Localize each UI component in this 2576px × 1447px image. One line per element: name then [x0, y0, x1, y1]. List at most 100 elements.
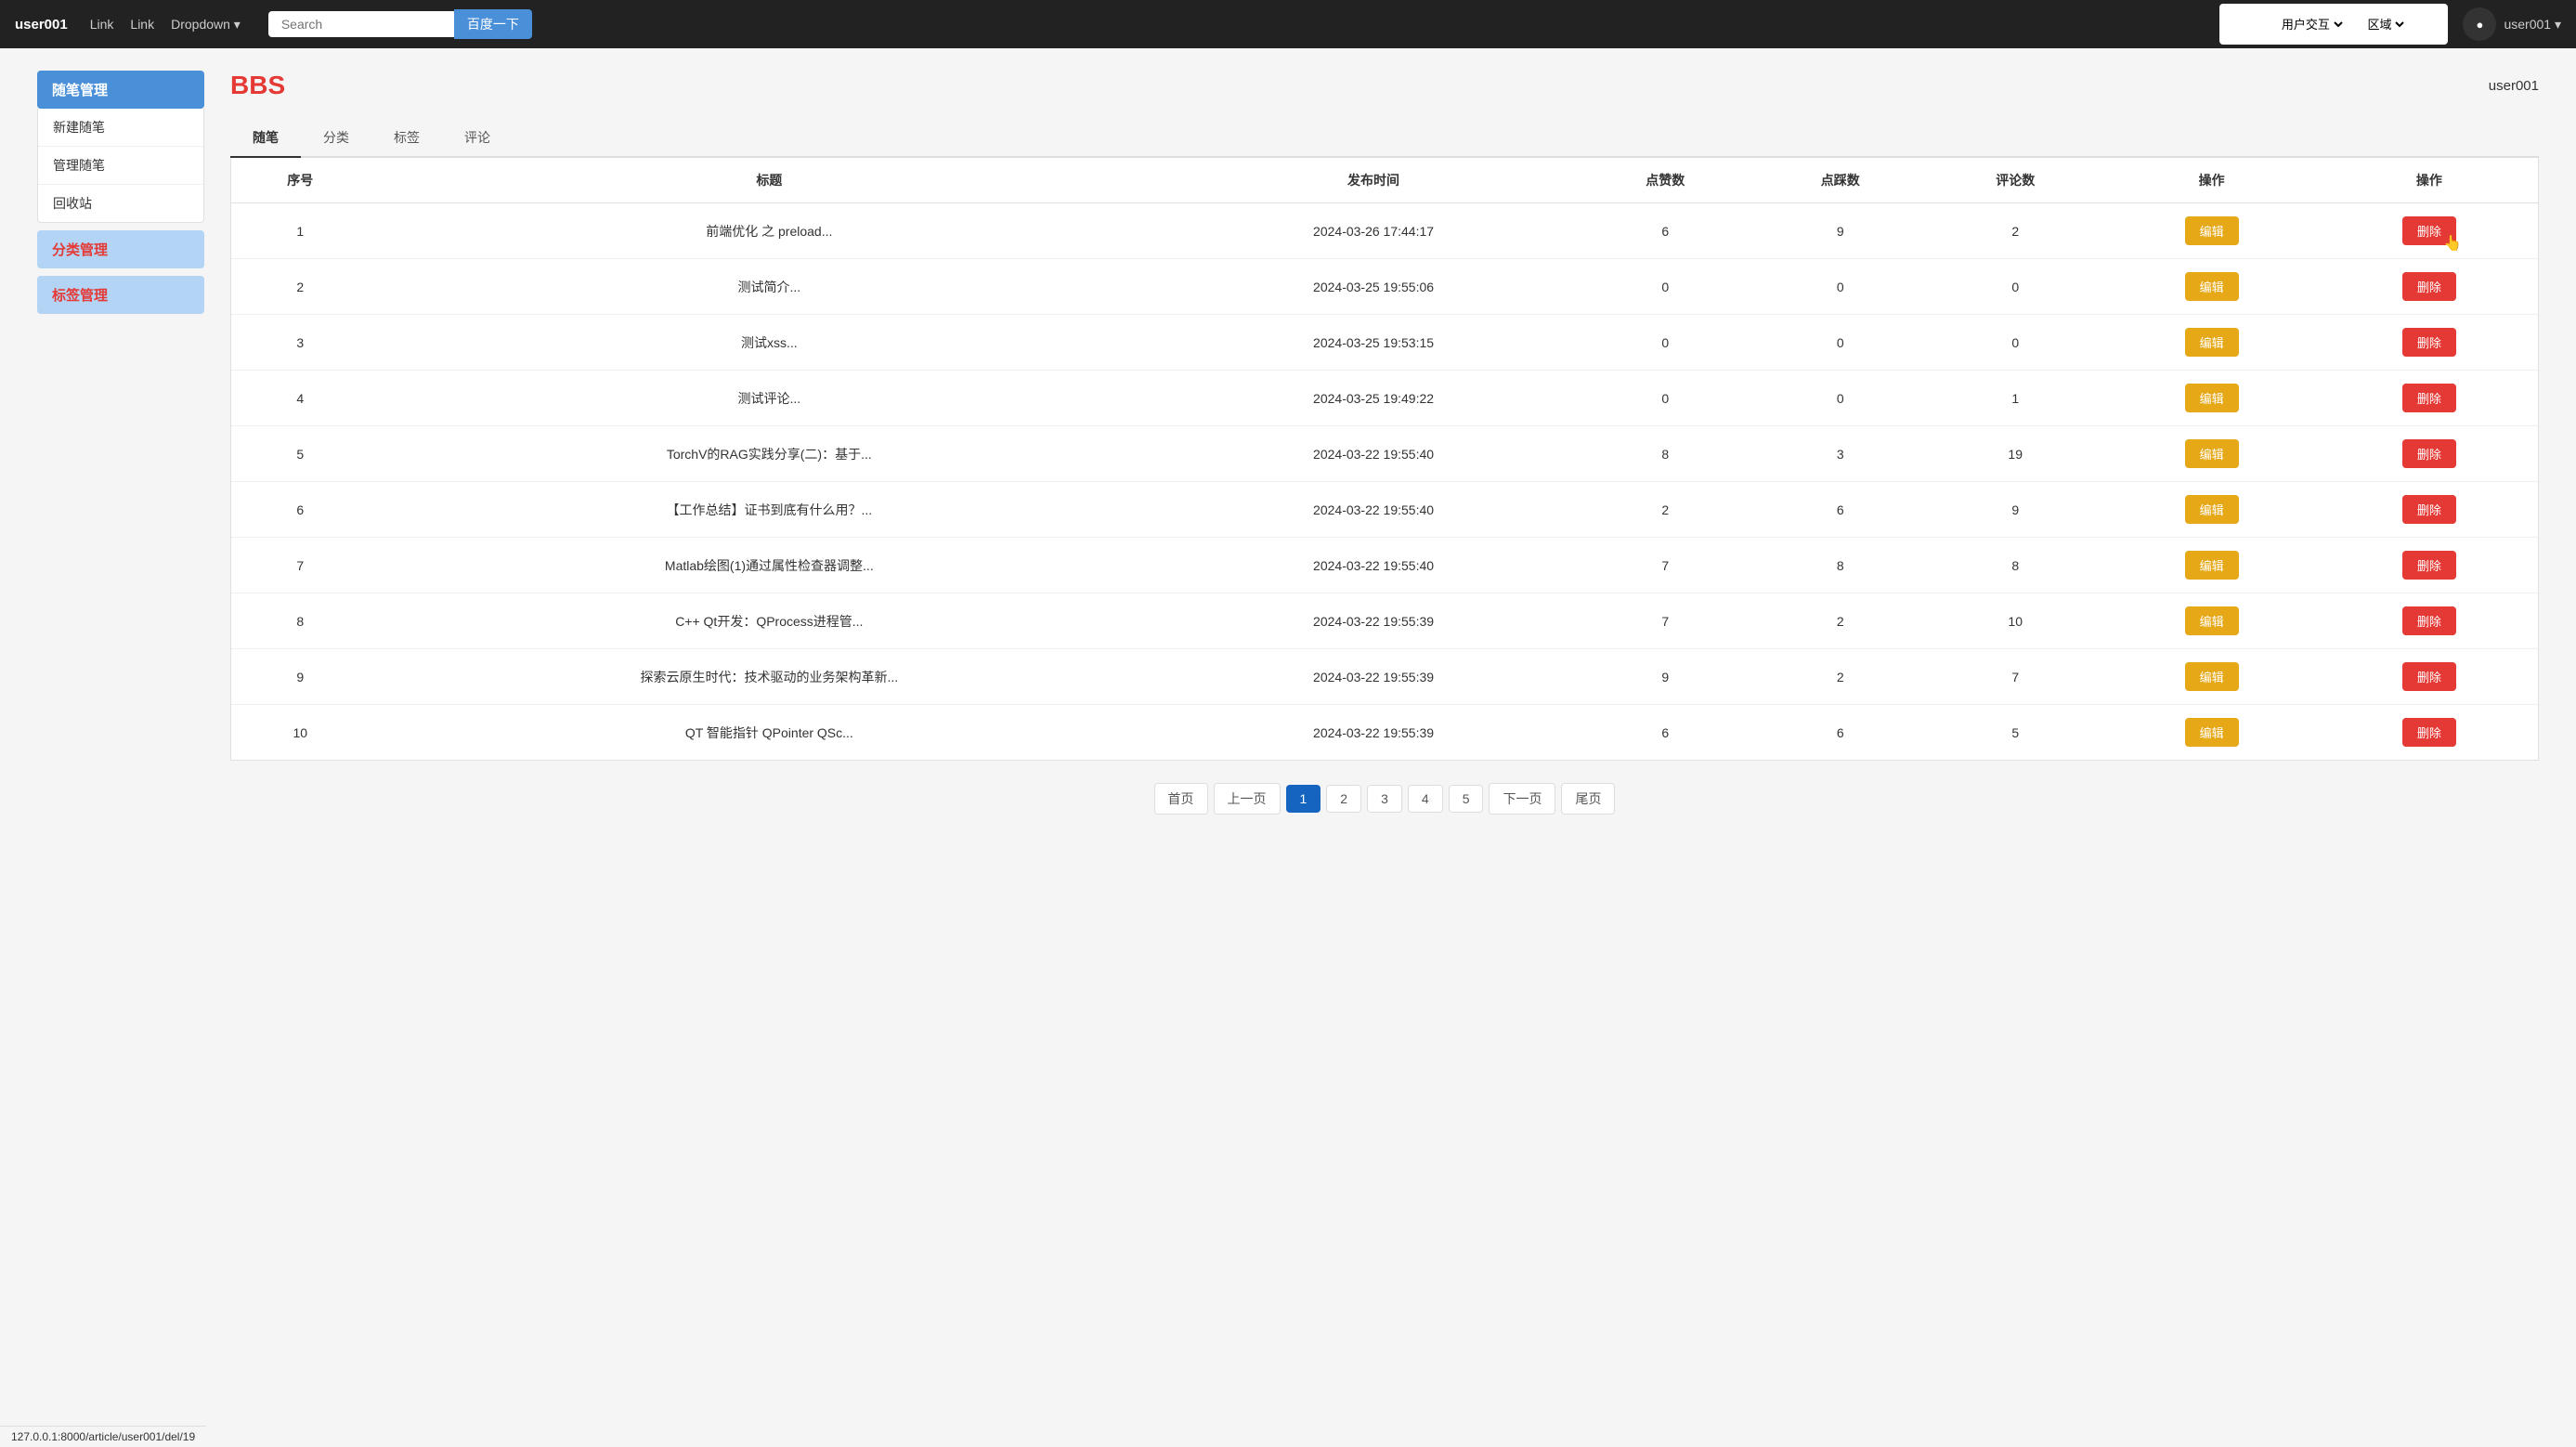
cell-title: 测试简介...	[370, 259, 1170, 315]
cell-edit: 编辑	[2102, 203, 2320, 259]
cell-dislikes: 6	[1752, 482, 1928, 538]
search-button[interactable]: 百度一下	[454, 9, 532, 39]
cell-id: 8	[231, 593, 370, 649]
cell-id: 10	[231, 705, 370, 761]
avatar[interactable]: ●	[2463, 7, 2496, 41]
sidebar-header-notes[interactable]: 随笔管理	[37, 71, 204, 109]
edit-button[interactable]: 编辑	[2185, 551, 2239, 580]
edit-button[interactable]: 编辑	[2185, 328, 2239, 357]
delete-button[interactable]: 删除	[2402, 216, 2456, 245]
sidebar-item-manage-notes[interactable]: 管理随笔	[38, 147, 203, 185]
cell-comments: 10	[1928, 593, 2103, 649]
cell-delete: 删除	[2321, 538, 2538, 593]
delete-button[interactable]: 删除	[2402, 495, 2456, 524]
delete-button[interactable]: 删除	[2402, 551, 2456, 580]
cell-date: 2024-03-22 19:55:39	[1169, 593, 1578, 649]
pagination-page-3[interactable]: 3	[1367, 785, 1402, 813]
toolbar-group: 选项 ▷ 用户交互 | 区域 暂停 F7	[2219, 4, 2448, 45]
main-layout: 随笔管理 新建随笔 管理随笔 回收站 分类管理 标签管理 BBS user001…	[0, 48, 2576, 1447]
tab-fenlei[interactable]: 分类	[301, 119, 371, 158]
user-menu[interactable]: user001 ▾	[2504, 17, 2561, 33]
edit-button[interactable]: 编辑	[2185, 495, 2239, 524]
content-area: BBS user001 随笔 分类 标签 评论 序号 标题 发布时间 点赞数 点…	[230, 71, 2539, 1425]
navbar-link-2[interactable]: Link	[130, 17, 154, 32]
cell-id: 7	[231, 538, 370, 593]
cell-delete: 删除	[2321, 315, 2538, 371]
cell-dislikes: 3	[1752, 426, 1928, 482]
edit-button[interactable]: 编辑	[2185, 216, 2239, 245]
cell-date: 2024-03-22 19:55:39	[1169, 649, 1578, 705]
edit-button[interactable]: 编辑	[2185, 439, 2239, 468]
edit-button[interactable]: 编辑	[2185, 606, 2239, 635]
pagination-prev[interactable]: 上一页	[1214, 783, 1281, 815]
col-comments: 评论数	[1928, 158, 2103, 203]
edit-button[interactable]: 编辑	[2185, 718, 2239, 747]
toolbar-area-select[interactable]: 区域	[2363, 17, 2407, 33]
cell-date: 2024-03-22 19:55:40	[1169, 426, 1578, 482]
pagination-page-2[interactable]: 2	[1326, 785, 1361, 813]
cell-delete: 删除	[2321, 426, 2538, 482]
cell-comments: 19	[1928, 426, 2103, 482]
status-bar: 127.0.0.1:8000/article/user001/del/19	[0, 1426, 206, 1447]
edit-button[interactable]: 编辑	[2185, 272, 2239, 301]
table-wrapper: 序号 标题 发布时间 点赞数 点踩数 评论数 操作 操作 1 前端优化 之 pr…	[230, 158, 2539, 761]
table-row: 9 探索云原生时代：技术驱动的业务架构革新... 2024-03-22 19:5…	[231, 649, 2538, 705]
cell-comments: 1	[1928, 371, 2103, 426]
table-row: 4 测试评论... 2024-03-25 19:49:22 0 0 1 编辑 删…	[231, 371, 2538, 426]
tab-suibi[interactable]: 随笔	[230, 119, 301, 158]
delete-button[interactable]: 删除	[2402, 662, 2456, 691]
sidebar-item-recycle[interactable]: 回收站	[38, 185, 203, 222]
cell-id: 6	[231, 482, 370, 538]
cell-date: 2024-03-26 17:44:17	[1169, 203, 1578, 259]
edit-button[interactable]: 编辑	[2185, 662, 2239, 691]
toolbar-interaction-select[interactable]: 用户交互	[2278, 17, 2346, 33]
pagination-first[interactable]: 首页	[1154, 783, 1208, 815]
sidebar-item-new-note[interactable]: 新建随笔	[38, 109, 203, 147]
delete-button[interactable]: 删除	[2402, 439, 2456, 468]
cell-comments: 0	[1928, 315, 2103, 371]
delete-button[interactable]: 删除	[2402, 328, 2456, 357]
pagination-page-4[interactable]: 4	[1408, 785, 1443, 813]
cell-date: 2024-03-22 19:55:40	[1169, 482, 1578, 538]
cell-title: QT 智能指针 QPointer QSc...	[370, 705, 1170, 761]
sidebar-category-management[interactable]: 分类管理	[37, 230, 204, 268]
cell-title: TorchV的RAG实践分享(二)：基于...	[370, 426, 1170, 482]
delete-button[interactable]: 删除	[2402, 606, 2456, 635]
col-dislikes: 点踩数	[1752, 158, 1928, 203]
sidebar-tag-management[interactable]: 标签管理	[37, 276, 204, 314]
navbar-brand[interactable]: user001	[15, 17, 68, 33]
edit-button[interactable]: 编辑	[2185, 384, 2239, 412]
navbar: user001 Link Link Dropdown ▾ 百度一下 选项 ▷ 用…	[0, 0, 2576, 48]
cell-edit: 编辑	[2102, 426, 2320, 482]
sidebar: 随笔管理 新建随笔 管理随笔 回收站 分类管理 标签管理	[37, 71, 204, 1425]
tab-biaoqian[interactable]: 标签	[371, 119, 442, 158]
pagination: 首页 上一页 1 2 3 4 5 下一页 尾页	[230, 761, 2539, 837]
delete-button[interactable]: 删除	[2402, 718, 2456, 747]
pagination-page-1[interactable]: 1	[1286, 785, 1321, 813]
navbar-link-1[interactable]: Link	[90, 17, 114, 32]
delete-button[interactable]: 删除	[2402, 384, 2456, 412]
pagination-last[interactable]: 尾页	[1561, 783, 1615, 815]
cell-edit: 编辑	[2102, 593, 2320, 649]
tab-pinglun[interactable]: 评论	[442, 119, 513, 158]
cell-edit: 编辑	[2102, 259, 2320, 315]
cell-date: 2024-03-25 19:55:06	[1169, 259, 1578, 315]
cursor-icon: ▷	[2260, 17, 2270, 33]
cell-comments: 9	[1928, 482, 2103, 538]
pagination-page-5[interactable]: 5	[1449, 785, 1484, 813]
delete-button[interactable]: 删除	[2402, 272, 2456, 301]
cell-title: 测试xss...	[370, 315, 1170, 371]
cell-dislikes: 0	[1752, 259, 1928, 315]
cell-dislikes: 8	[1752, 538, 1928, 593]
navbar-dropdown[interactable]: Dropdown ▾	[171, 17, 241, 33]
cell-title: 【工作总结】证书到底有什么用？...	[370, 482, 1170, 538]
cell-likes: 2	[1578, 482, 1753, 538]
toolbar-select-label: 选项	[2227, 15, 2253, 33]
cell-title: Matlab绘图(1)通过属性检查器调整...	[370, 538, 1170, 593]
search-input[interactable]	[268, 11, 454, 37]
cell-date: 2024-03-25 19:49:22	[1169, 371, 1578, 426]
cell-dislikes: 0	[1752, 315, 1928, 371]
pagination-next[interactable]: 下一页	[1489, 783, 1555, 815]
col-likes: 点赞数	[1578, 158, 1753, 203]
cell-delete: 删除	[2321, 371, 2538, 426]
